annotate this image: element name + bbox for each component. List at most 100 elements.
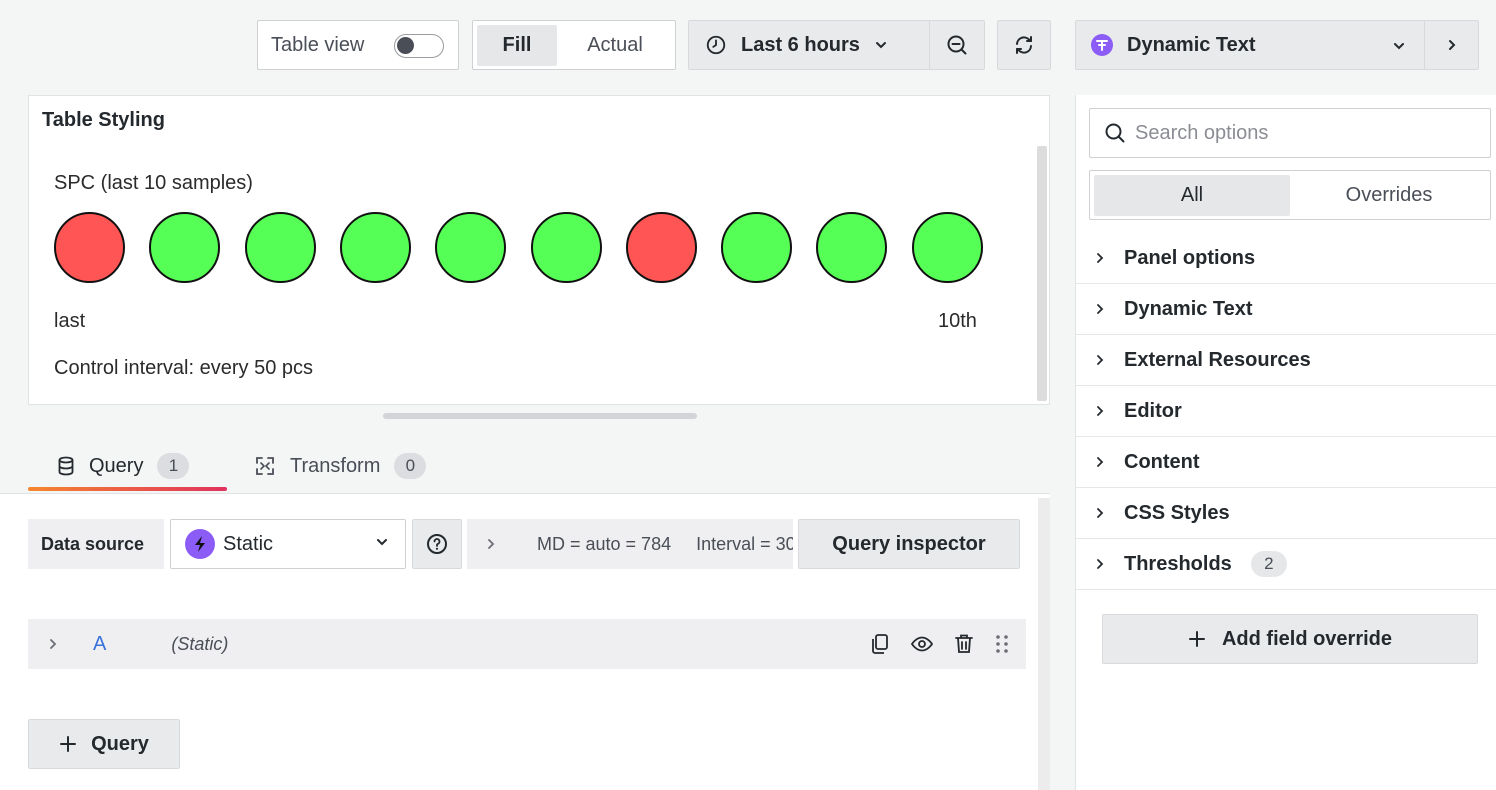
query-scrollbar-thumb[interactable] <box>1060 594 1068 790</box>
spc-sample-circle <box>149 212 221 283</box>
tab-transform[interactable]: Transform 0 <box>254 446 427 486</box>
options-section-label: Content <box>1124 450 1200 473</box>
clock-icon <box>705 34 727 56</box>
options-section-label: Thresholds <box>1124 552 1232 575</box>
tab-query-label: Query <box>89 454 144 477</box>
panel-scrollbar[interactable] <box>1037 146 1047 401</box>
label-last: last <box>54 310 86 332</box>
tab-query[interactable]: Query 1 <box>57 446 190 486</box>
options-section-label: Panel options <box>1124 246 1256 269</box>
label-10th: 10th <box>938 310 977 332</box>
drag-handle-icon[interactable] <box>994 632 1010 656</box>
spc-sample-circle <box>54 212 125 283</box>
table-view-switch[interactable] <box>394 34 444 58</box>
max-data-points-text: MD = auto = 784 <box>537 533 672 554</box>
data-source-name: Static <box>223 532 274 555</box>
query-inspector-button[interactable]: Query inspector <box>798 519 1020 569</box>
options-section-label: CSS Styles <box>1124 501 1230 524</box>
chevron-down-icon <box>375 535 389 549</box>
options-filter-switch: All Overrides <box>1089 170 1491 220</box>
spc-sample-circle <box>530 212 602 283</box>
table-view-label: Table view <box>271 33 365 56</box>
options-section[interactable]: Editor <box>1076 386 1496 437</box>
tab-all[interactable]: All <box>1094 175 1290 216</box>
query-scrollbar-track[interactable] <box>1038 498 1050 790</box>
query-count-badge: 1 <box>157 453 190 479</box>
data-source-select[interactable]: Static <box>170 519 406 569</box>
spc-sample-circle <box>339 212 411 283</box>
chevron-right-icon <box>1094 506 1106 520</box>
options-section-label: Dynamic Text <box>1124 297 1253 320</box>
panel-title: Table Styling <box>42 109 165 131</box>
active-tab-indicator <box>28 487 227 491</box>
fill-option[interactable]: Fill <box>477 25 557 66</box>
collapse-options-button[interactable] <box>1424 20 1479 70</box>
spc-sample-circle <box>625 212 697 283</box>
options-section[interactable]: Dynamic Text <box>1076 284 1496 335</box>
question-circle-icon <box>426 533 448 555</box>
dynamic-text-plugin-icon <box>1090 33 1114 57</box>
options-section[interactable]: Thresholds 2 <box>1076 539 1496 590</box>
control-interval-text: Control interval: every 50 pcs <box>54 357 314 379</box>
chevron-right-icon[interactable] <box>47 637 59 651</box>
visualization-picker[interactable]: Dynamic Text <box>1075 20 1425 70</box>
static-datasource-icon <box>185 529 215 559</box>
section-count-badge: 2 <box>1250 551 1287 577</box>
chevron-right-icon <box>1445 38 1459 52</box>
fill-actual-switch: Fill Actual <box>472 20 676 70</box>
transform-icon <box>254 455 276 477</box>
zoom-out-button[interactable] <box>929 20 985 70</box>
interval-text: Interval = 30s <box>696 533 793 554</box>
eye-icon[interactable] <box>910 632 934 656</box>
search-options-field[interactable] <box>1089 108 1491 158</box>
table-view-toggle[interactable]: Table view <box>257 20 459 70</box>
visualization-name: Dynamic Text <box>1127 33 1256 56</box>
query-row-actions <box>869 632 1010 656</box>
pane-resize-handle[interactable] <box>383 413 697 419</box>
add-query-button[interactable]: Query <box>28 719 180 769</box>
copy-icon[interactable] <box>869 632 891 656</box>
chevron-right-icon <box>1094 455 1106 469</box>
spc-sample-circle <box>816 212 888 283</box>
plus-icon <box>1188 630 1206 648</box>
add-query-label: Query <box>91 732 149 755</box>
spc-sample-circle <box>721 212 793 283</box>
chevron-right-icon <box>1094 353 1106 367</box>
time-range-picker[interactable]: Last 6 hours <box>688 20 930 70</box>
query-row[interactable]: A (Static) <box>28 619 1026 669</box>
tab-transform-label: Transform <box>290 454 381 477</box>
toggle-knob <box>397 37 414 54</box>
search-icon <box>1104 122 1126 144</box>
options-section[interactable]: CSS Styles <box>1076 488 1496 539</box>
refresh-button[interactable] <box>997 20 1051 70</box>
options-section[interactable]: Content <box>1076 437 1496 488</box>
transform-count-badge: 0 <box>394 453 427 479</box>
query-ref-id[interactable]: A <box>93 633 106 656</box>
refresh-icon <box>1012 33 1036 57</box>
spc-title: SPC (last 10 samples) <box>54 172 253 194</box>
query-options-toggle[interactable]: MD = auto = 784 Interval = 30s <box>467 519 793 569</box>
query-row-datasource: (Static) <box>171 633 229 654</box>
trash-icon[interactable] <box>953 632 975 656</box>
time-range-label: Last 6 hours <box>741 33 860 56</box>
actual-option[interactable]: Actual <box>557 25 673 66</box>
spc-sample-circle <box>244 212 316 283</box>
add-field-override-label: Add field override <box>1221 627 1393 650</box>
database-icon <box>57 456 75 476</box>
search-options-input[interactable] <box>1135 121 1475 145</box>
tab-overrides[interactable]: Overrides <box>1290 175 1488 216</box>
spc-sample-circle <box>435 212 507 283</box>
options-section[interactable]: External Resources <box>1076 335 1496 386</box>
chevron-right-icon <box>1094 557 1106 571</box>
data-source-help-button[interactable] <box>412 519 462 569</box>
options-section-label: Editor <box>1124 399 1182 422</box>
data-source-label: Data source <box>28 519 164 569</box>
chevron-right-icon <box>1094 404 1106 418</box>
spc-sample-circle <box>911 212 983 283</box>
options-section-label: External Resources <box>1124 348 1311 371</box>
add-field-override-button[interactable]: Add field override <box>1102 614 1478 664</box>
chevron-down-icon <box>874 38 888 52</box>
options-section[interactable]: Panel options <box>1076 233 1496 284</box>
panel-preview: Table Styling SPC (last 10 samples) last… <box>28 95 1050 405</box>
chevron-down-icon <box>1392 39 1406 53</box>
